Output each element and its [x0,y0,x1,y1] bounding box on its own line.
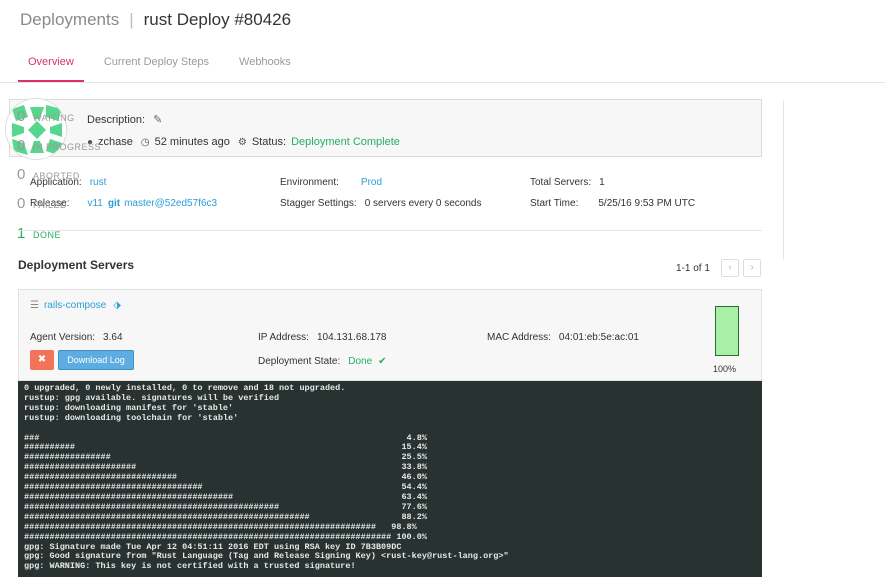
page-header: Deployments | rust Deploy #80426 [20,8,291,32]
deployment-state-value: Done [348,356,373,367]
log-line: rustup: downloading toolchain for 'stabl… [24,412,239,423]
tab-current-deploy-steps[interactable]: Current Deploy Steps [94,48,219,82]
gears-icon: ⚙ [237,136,247,148]
mac-row: MAC Address: 04:01:eb:5e:ac:01 [487,332,639,343]
ip-label: IP Address: [258,332,309,343]
stat-aborted[interactable]: 0 ABORTED [17,166,80,183]
server-name-link[interactable]: rails-compose [44,300,106,311]
total-servers-label: Total Servers: [530,177,592,188]
log-line: gpg: WARNING: This key is not certified … [24,561,356,572]
tab-overview[interactable]: Overview [18,48,84,82]
description-row: Description: ✎ [87,113,162,127]
agent-version-label: Agent Version: [30,332,96,343]
stat-failed[interactable]: 0 FAILED [17,195,67,212]
stagger-value: 0 servers every 0 seconds [364,198,482,209]
git-icon: git [107,198,121,209]
mac-label: MAC Address: [487,332,551,343]
server-icon: ☰ [30,300,39,311]
stat-waiting-label: WAITING [33,113,75,123]
release-version-link[interactable]: v11 [87,198,102,209]
deploy-meta: ● zchase ◷ 52 minutes ago ⚙ Status: Depl… [87,136,400,148]
tabs-divider [0,82,885,83]
abort-button[interactable]: ✖ [30,350,54,370]
stagger-label: Stagger Settings: [280,198,357,209]
total-servers-row: Total Servers: 1 [530,177,605,188]
stat-done[interactable]: 1 DONE [17,225,61,242]
agent-version-value: 3.64 [103,332,123,343]
log-line: ########################################… [24,531,427,542]
breadcrumb-separator: | [129,10,134,29]
breadcrumb-deployments[interactable]: Deployments [20,10,119,30]
progress-percent: 100% [713,364,737,374]
status-label: Status: [251,136,287,148]
stat-aborted-count: 0 [17,166,26,183]
environment-row: Environment: Prod [280,177,382,188]
download-log-button[interactable]: Download Log [58,350,134,370]
deployment-state-row: Deployment State: Done ✔ [258,356,387,367]
section-divider [18,230,762,231]
chevron-right-icon[interactable]: › [743,259,761,277]
ip-value: 104.131.68.178 [316,332,387,343]
start-time-row: Start Time: 5/25/16 9:53 PM UTC [530,198,695,209]
stat-in-progress-label: IN PROGRESS [33,142,102,152]
application-link[interactable]: rust [90,177,107,188]
tag-icon[interactable]: ⬗ [113,300,121,311]
stat-failed-count: 0 [17,195,26,212]
status-counts-panel [783,100,885,260]
check-icon: ✔ [378,356,387,367]
servers-section-title: Deployment Servers [18,258,135,272]
mac-value: 04:01:eb:5e:ac:01 [558,332,639,343]
description-label: Description: [87,113,146,126]
stat-aborted-label: ABORTED [33,171,80,181]
release-ref-link[interactable]: master@52ed57f6c3 [124,198,217,209]
stat-waiting[interactable]: 0 WAITING [17,108,75,125]
page-title: rust Deploy #80426 [143,10,292,29]
tab-webhooks[interactable]: Webhooks [229,48,301,82]
chevron-left-icon[interactable]: ‹ [721,259,739,277]
deploy-log-terminal[interactable]: 0 upgraded, 0 newly installed, 0 to remo… [18,381,762,577]
ip-row: IP Address: 104.131.68.178 [258,332,386,343]
server-name-row: ☰ rails-compose ⬗ [30,300,121,311]
stat-failed-label: FAILED [33,200,68,210]
status-value: Deployment Complete [291,136,400,148]
tab-bar: Overview Current Deploy Steps Webhooks [18,48,311,82]
description-panel [9,99,762,157]
agent-version-row: Agent Version: 3.64 [30,332,123,343]
start-time-label: Start Time: [530,198,579,209]
stat-in-progress-count: 0 [17,137,26,154]
edit-icon[interactable]: ✎ [153,113,162,126]
stat-waiting-count: 0 [17,108,26,125]
pager-text: 1-1 of 1 [676,263,710,274]
environment-link[interactable]: Prod [361,177,382,188]
stat-done-count: 1 [17,225,26,242]
stat-in-progress[interactable]: 0 IN PROGRESS [17,137,101,154]
stagger-row: Stagger Settings: 0 servers every 0 secon… [280,198,481,209]
deploy-time-ago: 52 minutes ago [154,136,230,148]
total-servers-value: 1 [599,177,605,188]
progress-gauge [715,306,739,356]
start-time-value: 5/25/16 9:53 PM UTC [598,198,696,209]
clock-icon: ◷ [140,136,150,148]
environment-label: Environment: [280,177,339,188]
stat-done-label: DONE [33,230,62,240]
deploy-user: zchase [98,136,133,148]
progress-gauge-fill [716,307,738,355]
deployment-state-label: Deployment State: [258,356,341,367]
